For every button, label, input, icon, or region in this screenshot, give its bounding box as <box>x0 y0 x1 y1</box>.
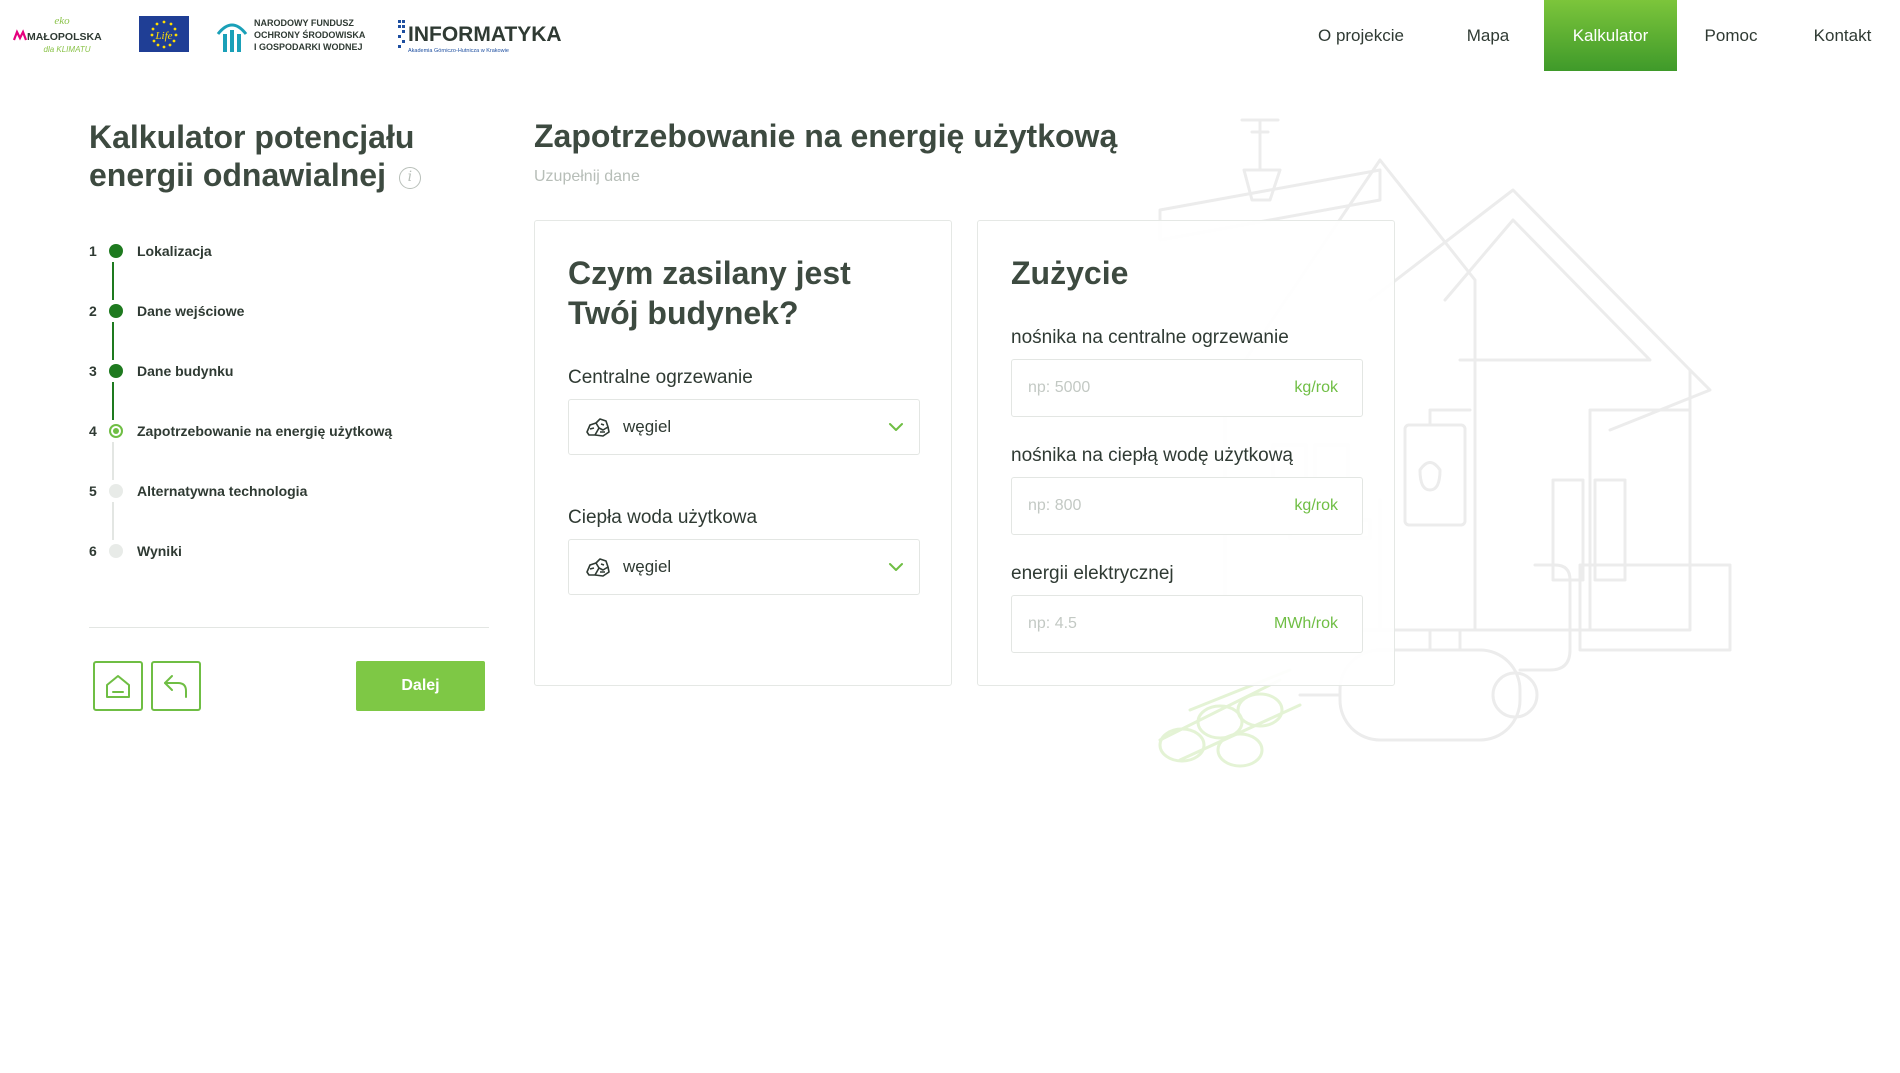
step-label: Alternatywna technologia <box>137 483 308 499</box>
water-select[interactable]: węgiel <box>568 539 920 595</box>
page-heading: Zapotrzebowanie na energię użytkową <box>534 118 1118 154</box>
step-connector <box>112 502 114 540</box>
electricity-usage-input[interactable]: np: 4.5 MWh/rok <box>1011 595 1363 653</box>
step-label: Dane wejściowe <box>137 303 245 319</box>
step-connector <box>112 382 114 420</box>
informatyka-text: INFORMATYKA <box>408 23 562 46</box>
supply-card: Czym zasilany jest Twój budynek? Central… <box>534 220 952 686</box>
step-connector <box>112 442 114 480</box>
heating-usage-unit: kg/rok <box>1294 379 1338 396</box>
back-arrow-icon <box>164 675 187 698</box>
step-number: 2 <box>89 303 97 319</box>
step-zapotrzebowanie[interactable]: 4 Zapotrzebowanie na energię użytkową <box>89 420 392 442</box>
step-label: Dane budynku <box>137 363 234 379</box>
water-usage-input[interactable]: np: 800 kg/rok <box>1011 477 1363 535</box>
step-todo-dot <box>109 544 123 558</box>
supply-card-title: Czym zasilany jest Twój budynek? <box>568 255 851 331</box>
main-nav: O projekcie Mapa Kalkulator Pomoc Kontak… <box>1290 0 1900 71</box>
step-number: 3 <box>89 363 97 379</box>
step-number: 6 <box>89 543 97 559</box>
nav-mapa[interactable]: Mapa <box>1432 0 1544 71</box>
water-usage-placeholder: np: 800 <box>1028 497 1082 514</box>
nfosigw-line2: OCHRONY ŚRODOWISKA <box>254 29 366 40</box>
dla-klimatu-text: dla KLIMATU <box>44 45 91 54</box>
step-lokalizacja[interactable]: 1 Lokalizacja <box>89 240 212 262</box>
electricity-usage-label: energii elektrycznej <box>1011 563 1174 584</box>
calculator-title: Kalkulator potencjału energii odnawialne… <box>89 118 469 194</box>
eko-malopolska-logo[interactable]: eko MAŁOPOLSKA dla KLIMATU <box>12 14 112 56</box>
heating-usage-placeholder: np: 5000 <box>1028 379 1091 396</box>
step-label: Zapotrzebowanie na energię użytkową <box>137 423 393 439</box>
informatyka-logo: INFORMATYKA Akademia Górniczo-Hutnicza w… <box>398 20 562 54</box>
step-number: 1 <box>89 243 97 259</box>
water-usage-label: nośnika na ciepłą wodę użytkową <box>1011 445 1294 466</box>
heating-label: Centralne ogrzewanie <box>568 367 753 388</box>
step-wyniki: 6 Wyniki <box>89 540 182 562</box>
nfosigw-line3: I GOSPODARKI WODNEJ <box>254 42 363 52</box>
top-header: eko MAŁOPOLSKA dla KLIMATU Life NARODOWY… <box>0 0 1900 71</box>
page-subheading: Uzupełnij dane <box>534 168 640 185</box>
chevron-down-icon <box>889 423 903 431</box>
nav-pomoc[interactable]: Pomoc <box>1677 0 1785 71</box>
step-done-dot <box>109 244 123 258</box>
life-text: Life <box>154 30 172 42</box>
malopolska-text: MAŁOPOLSKA <box>27 31 102 43</box>
calculator-title-text: Kalkulator potencjału energii odnawialne… <box>89 119 415 193</box>
step-connector <box>112 322 114 360</box>
water-label: Ciepła woda użytkowa <box>568 507 758 528</box>
water-select-value: węgiel <box>623 557 672 576</box>
step-label: Lokalizacja <box>137 243 212 259</box>
step-number: 5 <box>89 483 97 499</box>
sidebar-divider <box>89 627 489 628</box>
water-usage-unit: kg/rok <box>1294 497 1338 514</box>
heating-usage-label: nośnika na centralne ogrzewanie <box>1011 327 1289 348</box>
step-connector <box>112 262 114 300</box>
step-label: Wyniki <box>137 543 182 559</box>
heating-select[interactable]: węgiel <box>568 399 920 455</box>
step-todo-dot <box>109 484 123 498</box>
nfosigw-line1: NARODOWY FUNDUSZ <box>254 18 354 28</box>
nav-o-projekcie[interactable]: O projekcie <box>1290 0 1432 71</box>
usage-card-title: Zużycie <box>1011 255 1129 291</box>
info-icon[interactable]: i <box>398 166 421 189</box>
chevron-down-icon <box>889 563 903 571</box>
nav-kalkulator[interactable]: Kalkulator <box>1544 0 1677 71</box>
step-number: 4 <box>89 423 97 439</box>
step-current-dot <box>109 424 123 438</box>
usage-card: Zużycie nośnika na centralne ogrzewanie … <box>977 220 1395 686</box>
informatyka-subtext: Akademia Górniczo-Hutnicza w Krakowie <box>408 48 509 54</box>
coal-icon <box>586 418 610 437</box>
nfosigw-logo: NARODOWY FUNDUSZ OCHRONY ŚRODOWISKA I GO… <box>216 18 366 52</box>
home-button[interactable] <box>93 661 143 711</box>
heating-select-value: węgiel <box>623 417 672 436</box>
step-alternatywna-technologia: 5 Alternatywna technologia <box>89 480 307 502</box>
next-button[interactable]: Dalej <box>356 661 485 711</box>
home-icon <box>106 675 130 698</box>
back-button[interactable] <box>151 661 201 711</box>
step-done-dot <box>109 304 123 318</box>
coal-icon <box>586 558 610 577</box>
eko-text: eko <box>54 15 70 27</box>
step-done-dot <box>109 364 123 378</box>
heating-usage-input[interactable]: np: 5000 kg/rok <box>1011 359 1363 417</box>
electricity-usage-placeholder: np: 4.5 <box>1028 615 1077 632</box>
electricity-usage-unit: MWh/rok <box>1274 615 1338 632</box>
nav-kontakt[interactable]: Kontakt <box>1785 0 1900 71</box>
step-dane-wejsciowe[interactable]: 2 Dane wejściowe <box>89 300 244 322</box>
step-dane-budynku[interactable]: 3 Dane budynku <box>89 360 233 382</box>
eu-life-logo: Life <box>139 16 189 52</box>
